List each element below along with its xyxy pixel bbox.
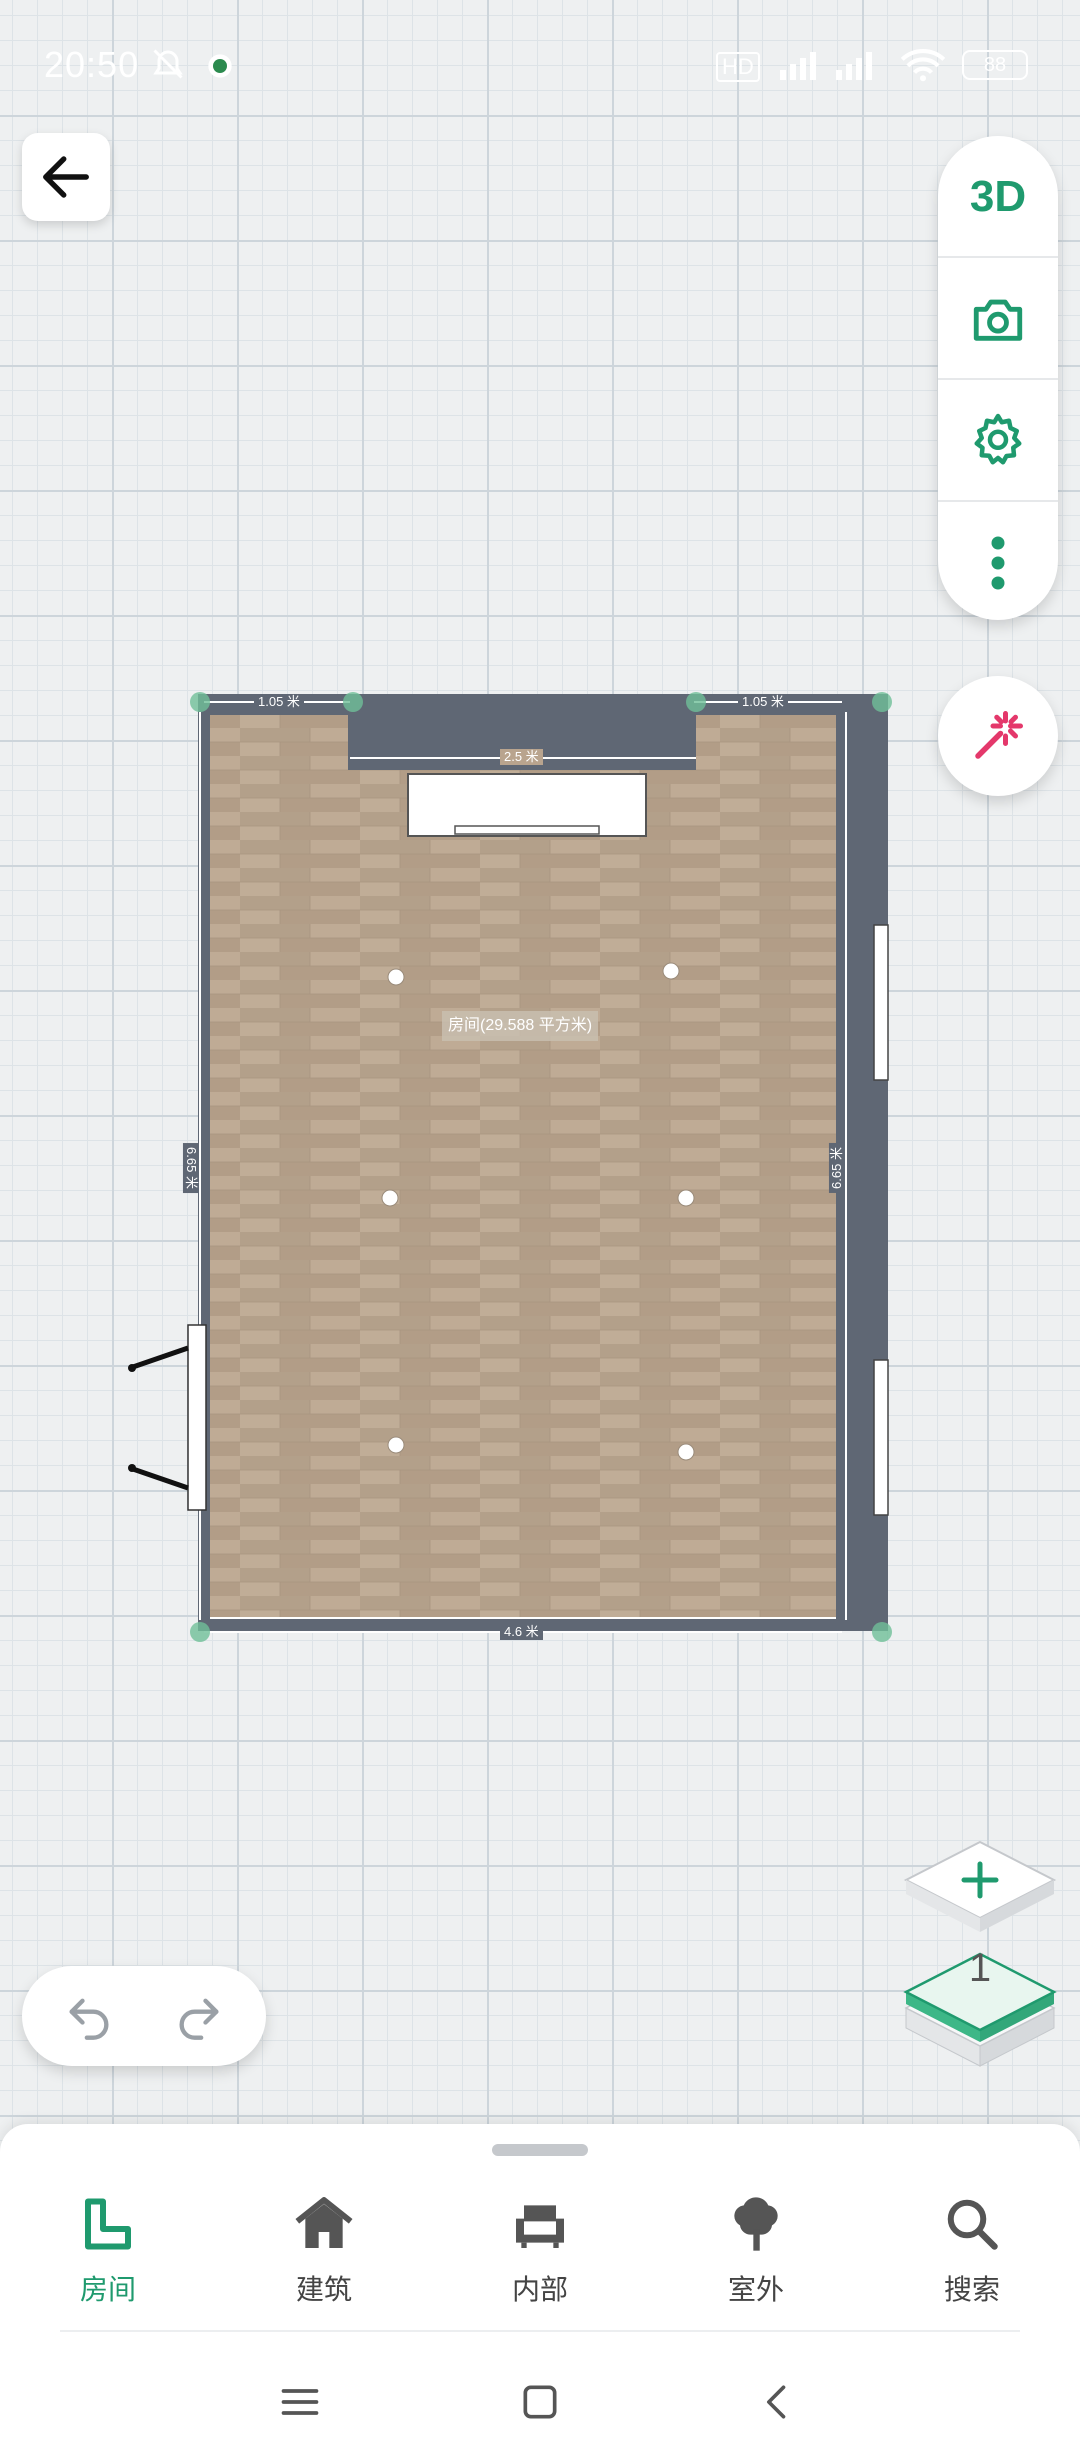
- nav-back-button[interactable]: [738, 2362, 818, 2442]
- undo-icon: [69, 1998, 109, 2040]
- home-square-icon: [523, 2385, 557, 2419]
- window-right-top[interactable]: [873, 924, 889, 1081]
- room-icon: [85, 2198, 131, 2250]
- dim-right: 6.65 米: [828, 1143, 845, 1193]
- room-label[interactable]: 房间(29.588 平方米): [442, 1011, 599, 1041]
- tab-room-label: 房间: [79, 2274, 136, 2305]
- undo-redo-bar: [22, 1966, 266, 2066]
- dim-niche: 2.5 米: [500, 749, 543, 765]
- redo-icon: [179, 1998, 219, 2040]
- level-selector: 1: [900, 1830, 1060, 2080]
- tab-interior-label: 内部: [511, 2274, 568, 2305]
- system-nav-bar: [0, 2334, 1080, 2460]
- tab-outdoor-label: 室外: [727, 2274, 784, 2305]
- dim-top-left: 1.05 米: [254, 694, 304, 710]
- sheet-handle[interactable]: [492, 2144, 588, 2156]
- dim-left: 6.65 米: [182, 1143, 199, 1193]
- dim-bottom: 4.6 米: [500, 1624, 543, 1640]
- chevron-left-icon: [767, 2385, 786, 2419]
- tab-search[interactable]: 搜索: [892, 2184, 1052, 2314]
- tab-divider: [60, 2330, 1020, 2332]
- nav-menu-button[interactable]: [260, 2362, 340, 2442]
- tab-building-label: 建筑: [295, 2274, 352, 2305]
- current-level: 1: [968, 1946, 992, 1990]
- tab-interior[interactable]: 内部: [460, 2184, 620, 2314]
- tab-outdoor[interactable]: 室外: [676, 2184, 836, 2314]
- armchair-icon: [516, 2205, 564, 2248]
- nav-home-button[interactable]: [500, 2362, 580, 2442]
- redo-button[interactable]: [144, 1966, 254, 2066]
- tab-search-label: 搜索: [943, 2274, 1000, 2305]
- door-left[interactable]: [128, 1324, 207, 1511]
- dim-top-right: 1.05 米: [738, 694, 788, 710]
- window-right-bottom[interactable]: [873, 1359, 889, 1516]
- tree-icon: [734, 2197, 778, 2251]
- search-icon: [947, 2199, 998, 2250]
- room-floor[interactable]: [210, 715, 836, 1618]
- floor-plan-canvas[interactable]: [0, 0, 1080, 1700]
- menu-icon: [281, 2389, 319, 2415]
- tab-building[interactable]: 建筑: [244, 2184, 404, 2314]
- bottom-sheet: 房间 建筑 内部 室外 搜索: [0, 2124, 1080, 2334]
- undo-button[interactable]: [34, 1966, 144, 2066]
- add-level-button[interactable]: [900, 1830, 1060, 1940]
- cabinet-object[interactable]: [407, 773, 647, 837]
- house-icon: [295, 2197, 353, 2248]
- tab-room[interactable]: 房间: [28, 2184, 188, 2314]
